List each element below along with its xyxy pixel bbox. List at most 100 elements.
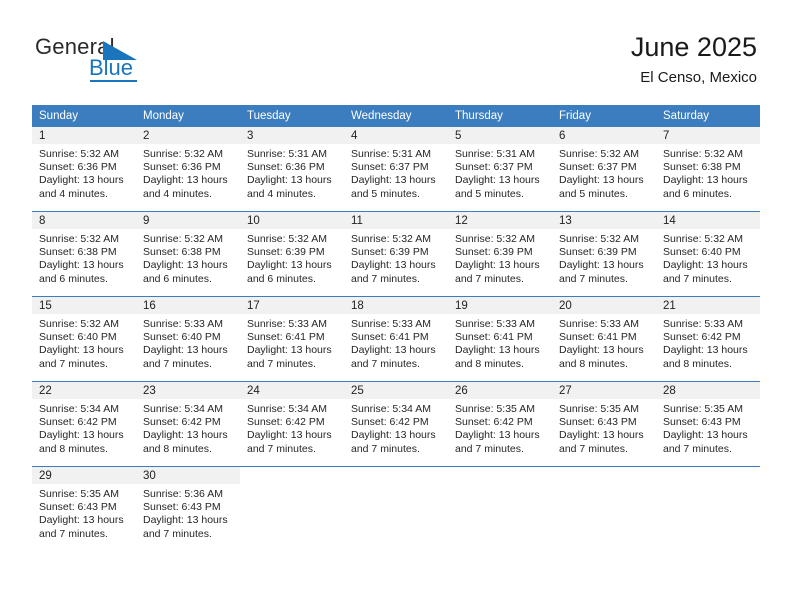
day-number: 4 <box>344 127 448 144</box>
calendar-week-row: 22 Sunrise: 5:34 AM Sunset: 6:42 PM Dayligh… <box>32 381 760 467</box>
weekday-header-monday: Monday <box>136 105 240 127</box>
calendar-day-cell[interactable]: 24 Sunrise: 5:34 AM Sunset: 6:42 PM Dayligh… <box>240 381 344 467</box>
calendar-day-cell[interactable]: 23 Sunrise: 5:34 AM Sunset: 6:42 PM Dayligh… <box>136 381 240 467</box>
day-cell-inner: 13 Sunrise: 5:32 AM Sunset: 6:39 PM Dayligh… <box>552 212 656 296</box>
sunset-text: Sunset: 6:42 PM <box>663 331 741 344</box>
daylight-text-line1: Daylight: 13 hours <box>559 429 644 442</box>
calendar-day-cell[interactable]: 30 Sunrise: 5:36 AM Sunset: 6:43 PM Dayligh… <box>136 466 240 551</box>
sunrise-text: Sunrise: 5:33 AM <box>455 318 535 330</box>
weekday-header-tuesday: Tuesday <box>240 105 344 127</box>
calendar-day-cell[interactable]: 4 Sunrise: 5:31 AM Sunset: 6:37 PM Daylight… <box>344 127 448 212</box>
calendar-day-cell[interactable]: 26 Sunrise: 5:35 AM Sunset: 6:42 PM Dayligh… <box>448 381 552 467</box>
calendar-day-cell[interactable]: 2 Sunrise: 5:32 AM Sunset: 6:36 PM Daylight… <box>136 127 240 212</box>
daylight-text-line1: Daylight: 13 hours <box>351 259 436 272</box>
calendar-day-cell[interactable]: 21 Sunrise: 5:33 AM Sunset: 6:42 PM Dayligh… <box>656 296 760 382</box>
sunrise-text: Sunrise: 5:34 AM <box>143 403 223 415</box>
weekday-header-friday: Friday <box>552 105 656 127</box>
calendar-day-cell[interactable]: 19 Sunrise: 5:33 AM Sunset: 6:41 PM Dayligh… <box>448 296 552 382</box>
daylight-text-line1: Daylight: 13 hours <box>39 344 124 357</box>
day-details: Sunrise: 5:33 AM Sunset: 6:41 PM Daylight:… <box>448 314 552 377</box>
day-details: Sunrise: 5:32 AM Sunset: 6:38 PM Daylight:… <box>656 144 760 207</box>
calendar-day-cell[interactable]: 10 Sunrise: 5:32 AM Sunset: 6:39 PM Dayligh… <box>240 211 344 297</box>
day-number: 21 <box>656 297 760 314</box>
sunset-text: Sunset: 6:39 PM <box>247 246 325 259</box>
calendar-day-cell[interactable]: 17 Sunrise: 5:33 AM Sunset: 6:41 PM Dayligh… <box>240 296 344 382</box>
day-cell-inner: 8 Sunrise: 5:32 AM Sunset: 6:38 PM Daylight… <box>32 212 136 296</box>
sunset-text: Sunset: 6:42 PM <box>455 416 533 429</box>
day-details: Sunrise: 5:32 AM Sunset: 6:39 PM Daylight:… <box>240 229 344 292</box>
daylight-text-line1: Daylight: 13 hours <box>143 429 228 442</box>
calendar-day-cell[interactable]: 5 Sunrise: 5:31 AM Sunset: 6:37 PM Daylight… <box>448 127 552 212</box>
day-number: 9 <box>136 212 240 229</box>
daylight-text-line1: Daylight: 13 hours <box>559 259 644 272</box>
calendar-day-cell[interactable]: 3 Sunrise: 5:31 AM Sunset: 6:36 PM Daylight… <box>240 127 344 212</box>
day-details: Sunrise: 5:32 AM Sunset: 6:38 PM Daylight:… <box>32 229 136 292</box>
day-number: 3 <box>240 127 344 144</box>
daylight-text-line1: Daylight: 13 hours <box>143 344 228 357</box>
brand-logo[interactable]: General Blue <box>35 34 235 90</box>
calendar-day-cell[interactable]: 16 Sunrise: 5:33 AM Sunset: 6:40 PM Dayligh… <box>136 296 240 382</box>
day-cell-inner: 18 Sunrise: 5:33 AM Sunset: 6:41 PM Dayligh… <box>344 297 448 381</box>
calendar-day-cell[interactable]: 7 Sunrise: 5:32 AM Sunset: 6:38 PM Daylight… <box>656 127 760 212</box>
brand-underline <box>90 80 137 82</box>
page-header: General Blue June 2025 El Censo, Mexico <box>0 0 792 104</box>
weekday-header-sunday: Sunday <box>32 105 136 127</box>
daylight-text-line2: and 7 minutes. <box>247 357 316 370</box>
day-cell-inner <box>552 467 656 551</box>
calendar-day-cell[interactable]: 13 Sunrise: 5:32 AM Sunset: 6:39 PM Dayligh… <box>552 211 656 297</box>
day-number: 24 <box>240 382 344 399</box>
sunset-text: Sunset: 6:36 PM <box>143 161 221 174</box>
daylight-text-line2: and 7 minutes. <box>455 272 524 285</box>
day-cell-inner <box>448 467 552 551</box>
sunset-text: Sunset: 6:39 PM <box>455 246 533 259</box>
day-cell-inner <box>656 467 760 551</box>
daylight-text-line1: Daylight: 13 hours <box>143 514 228 527</box>
day-cell-inner: 6 Sunrise: 5:32 AM Sunset: 6:37 PM Daylight… <box>552 127 656 211</box>
day-number: 6 <box>552 127 656 144</box>
day-number <box>240 467 344 484</box>
sunrise-text: Sunrise: 5:32 AM <box>143 148 223 160</box>
day-cell-inner: 4 Sunrise: 5:31 AM Sunset: 6:37 PM Daylight… <box>344 127 448 211</box>
sunrise-text: Sunrise: 5:35 AM <box>455 403 535 415</box>
calendar-day-cell[interactable]: 15 Sunrise: 5:32 AM Sunset: 6:40 PM Dayligh… <box>32 296 136 382</box>
sunset-text: Sunset: 6:36 PM <box>247 161 325 174</box>
calendar-day-cell[interactable]: 14 Sunrise: 5:32 AM Sunset: 6:40 PM Dayligh… <box>656 211 760 297</box>
daylight-text-line2: and 7 minutes. <box>39 527 108 540</box>
calendar-day-cell-empty <box>344 466 448 551</box>
daylight-text-line1: Daylight: 13 hours <box>351 344 436 357</box>
sunrise-text: Sunrise: 5:33 AM <box>559 318 639 330</box>
daylight-text-line2: and 7 minutes. <box>351 357 420 370</box>
day-number: 19 <box>448 297 552 314</box>
day-number: 23 <box>136 382 240 399</box>
daylight-text-line1: Daylight: 13 hours <box>39 514 124 527</box>
daylight-text-line2: and 6 minutes. <box>247 272 316 285</box>
calendar-day-cell[interactable]: 25 Sunrise: 5:34 AM Sunset: 6:42 PM Dayligh… <box>344 381 448 467</box>
calendar-day-cell[interactable]: 11 Sunrise: 5:32 AM Sunset: 6:39 PM Dayligh… <box>344 211 448 297</box>
daylight-text-line1: Daylight: 13 hours <box>559 174 644 187</box>
calendar-day-cell[interactable]: 29 Sunrise: 5:35 AM Sunset: 6:43 PM Dayligh… <box>32 466 136 551</box>
calendar-day-cell[interactable]: 18 Sunrise: 5:33 AM Sunset: 6:41 PM Dayligh… <box>344 296 448 382</box>
title-block: June 2025 El Censo, Mexico <box>631 30 757 88</box>
calendar-day-cell[interactable]: 28 Sunrise: 5:35 AM Sunset: 6:43 PM Dayligh… <box>656 381 760 467</box>
calendar-day-cell[interactable]: 6 Sunrise: 5:32 AM Sunset: 6:37 PM Daylight… <box>552 127 656 212</box>
calendar-day-cell[interactable]: 27 Sunrise: 5:35 AM Sunset: 6:43 PM Dayligh… <box>552 381 656 467</box>
calendar-day-cell[interactable]: 12 Sunrise: 5:32 AM Sunset: 6:39 PM Dayligh… <box>448 211 552 297</box>
calendar-day-cell[interactable]: 22 Sunrise: 5:34 AM Sunset: 6:42 PM Dayligh… <box>32 381 136 467</box>
weekday-header-thursday: Thursday <box>448 105 552 127</box>
sunset-text: Sunset: 6:43 PM <box>663 416 741 429</box>
sunset-text: Sunset: 6:38 PM <box>39 246 117 259</box>
day-cell-inner: 27 Sunrise: 5:35 AM Sunset: 6:43 PM Dayligh… <box>552 382 656 466</box>
daylight-text-line1: Daylight: 13 hours <box>663 259 748 272</box>
calendar-day-cell[interactable]: 1 Sunrise: 5:32 AM Sunset: 6:36 PM Daylight… <box>32 127 136 212</box>
calendar-day-cell-empty <box>656 466 760 551</box>
day-details: Sunrise: 5:32 AM Sunset: 6:39 PM Daylight:… <box>552 229 656 292</box>
calendar-day-cell[interactable]: 8 Sunrise: 5:32 AM Sunset: 6:38 PM Daylight… <box>32 211 136 297</box>
calendar-day-cell[interactable]: 9 Sunrise: 5:32 AM Sunset: 6:38 PM Daylight… <box>136 211 240 297</box>
sunrise-text: Sunrise: 5:36 AM <box>143 488 223 500</box>
sunset-text: Sunset: 6:38 PM <box>143 246 221 259</box>
day-number: 10 <box>240 212 344 229</box>
daylight-text-line2: and 7 minutes. <box>351 442 420 455</box>
daylight-text-line2: and 7 minutes. <box>247 442 316 455</box>
day-number: 12 <box>448 212 552 229</box>
calendar-day-cell[interactable]: 20 Sunrise: 5:33 AM Sunset: 6:41 PM Dayligh… <box>552 296 656 382</box>
